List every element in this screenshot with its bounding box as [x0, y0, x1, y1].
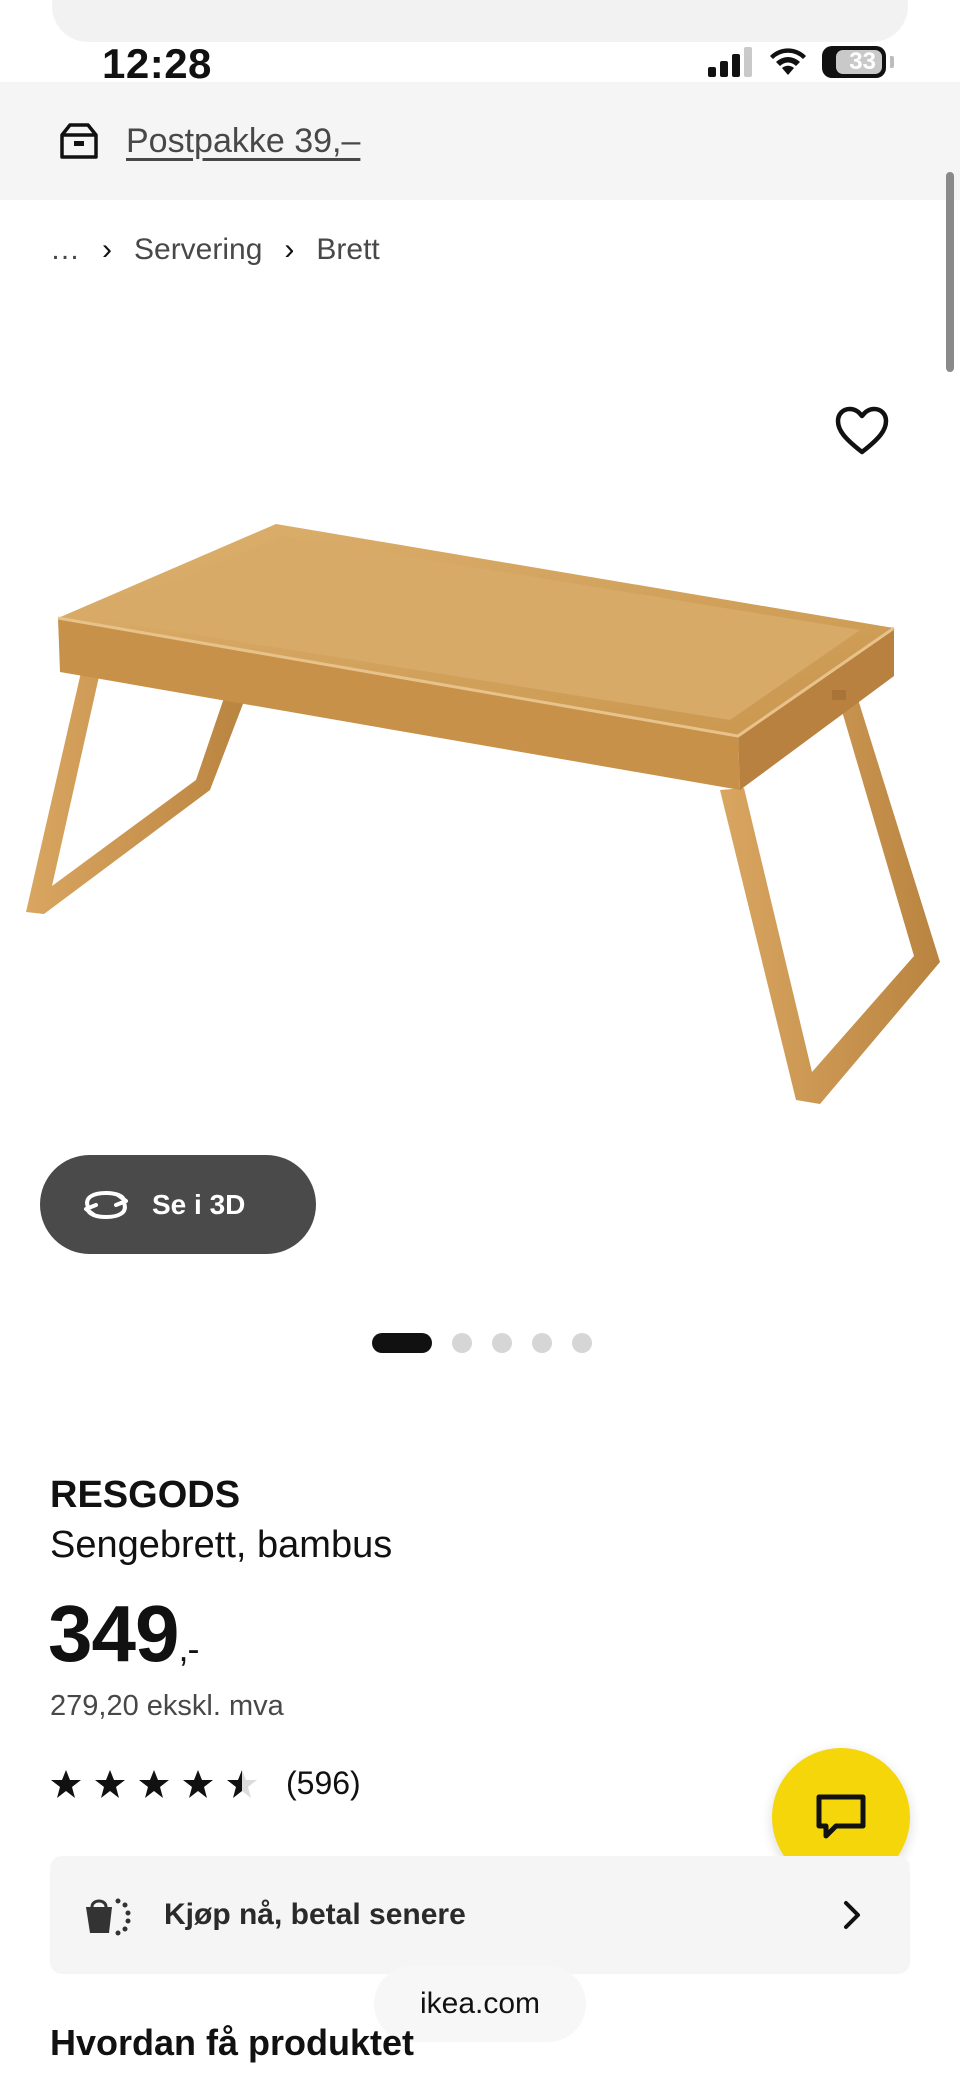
price-ex-vat: 279,20 ekskl. mva	[50, 1690, 284, 1722]
star-full-icon	[139, 1769, 169, 1798]
carousel-dot[interactable]	[572, 1333, 592, 1353]
shopping-bag-icon	[86, 1898, 131, 1936]
status-time: 12:28	[102, 40, 212, 87]
page-scrollbar[interactable]	[946, 172, 954, 372]
breadcrumb-servering[interactable]: Servering	[134, 233, 262, 267]
price-amount: 349	[48, 1589, 179, 1678]
status-bar: 12:28 33	[0, 0, 960, 87]
carousel-dot[interactable]	[492, 1333, 512, 1353]
chevron-right-icon	[844, 1901, 860, 1929]
package-icon	[60, 123, 98, 159]
product-image[interactable]	[0, 500, 960, 1140]
breadcrumb: … › Servering › Brett	[50, 233, 380, 267]
star-half-icon	[227, 1769, 257, 1798]
battery-icon: 33	[822, 46, 886, 78]
star-full-icon	[95, 1769, 125, 1798]
product-rating[interactable]: (596)	[50, 1765, 361, 1802]
chevron-right-icon: ›	[102, 233, 112, 266]
product-price: 349,-	[48, 1588, 199, 1680]
chat-icon	[816, 1794, 866, 1839]
product-name: RESGODS	[50, 1474, 241, 1516]
browser-url: ikea.com	[419, 1987, 541, 2020]
battery-percent: 33	[849, 48, 876, 75]
buy-now-pay-later-label: Kjøp nå, betal senere	[164, 1898, 466, 1931]
delivery-price-link[interactable]: Postpakke 39,–	[126, 122, 360, 161]
status-icons: 33	[708, 46, 894, 78]
heart-icon[interactable]	[834, 406, 890, 456]
product-description: Sengebrett, bambus	[50, 1524, 393, 1566]
battery-cap	[890, 56, 894, 68]
wifi-icon	[770, 48, 806, 75]
rotate-3d-icon	[84, 1190, 128, 1219]
rating-count: (596)	[286, 1765, 361, 1801]
buy-now-pay-later-banner[interactable]: Kjøp nå, betal senere	[50, 1856, 910, 1974]
carousel-dot[interactable]	[372, 1333, 432, 1353]
star-full-icon	[183, 1769, 213, 1798]
delivery-section-title: Hvordan få produktet	[50, 2022, 415, 2063]
image-carousel-indicator	[372, 1333, 592, 1353]
carousel-dot[interactable]	[532, 1333, 552, 1353]
breadcrumb-ellipsis[interactable]: …	[50, 233, 80, 267]
view-3d-label: Se i 3D	[152, 1188, 246, 1220]
price-suffix: ,-	[178, 1628, 199, 1669]
chevron-right-icon: ›	[284, 233, 295, 266]
carousel-dot[interactable]	[452, 1333, 472, 1353]
view-3d-button[interactable]: Se i 3D	[40, 1155, 316, 1254]
delivery-banner[interactable]: Postpakke 39,–	[0, 82, 960, 200]
breadcrumb-brett[interactable]: Brett	[316, 233, 379, 267]
star-full-icon	[51, 1769, 81, 1798]
cellular-signal-icon	[708, 47, 752, 77]
